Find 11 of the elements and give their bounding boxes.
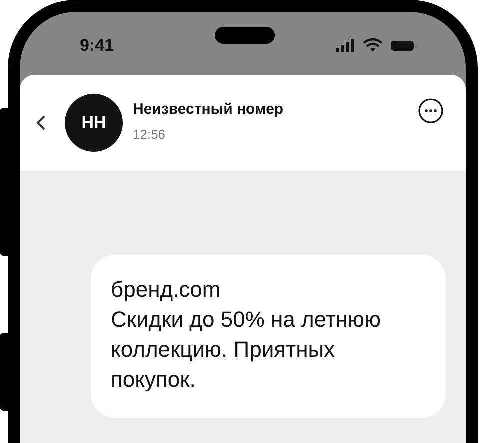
signal-icon	[336, 38, 354, 52]
more-icon[interactable]	[418, 98, 444, 124]
message-time: 12:56	[133, 126, 167, 142]
message-text: Скидки до 50% на летнюю коллекцию. Приятных покупок.	[111, 306, 382, 394]
contact-name: Неизвестный номер	[133, 100, 284, 118]
avatar: НН	[65, 94, 123, 152]
wifi-icon	[363, 38, 383, 52]
dynamic-island	[215, 27, 275, 44]
back-icon[interactable]	[34, 114, 48, 132]
status-time: 9:41	[80, 36, 114, 56]
battery-icon	[391, 40, 418, 50]
